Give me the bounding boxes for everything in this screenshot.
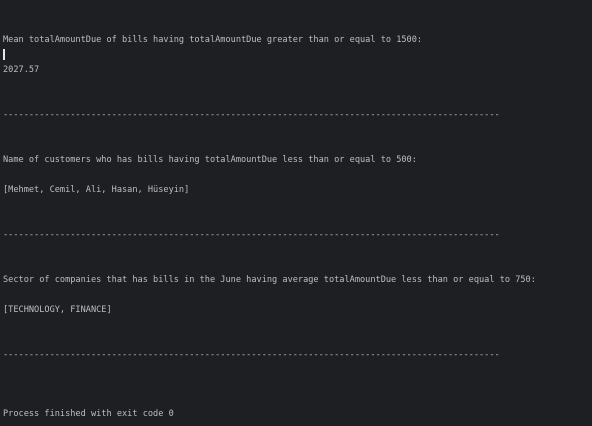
query-2-label: Name of customers who has bills having t… (3, 155, 417, 165)
query-2-result: [Mehmet, Cemil, Ali, Hasan, Hüseyin] (3, 185, 190, 195)
separator-line-2: ----------------------------------------… (3, 230, 500, 240)
query-1-label: Mean totalAmountDue of bills having tota… (3, 35, 423, 45)
run-console-output[interactable]: Mean totalAmountDue of bills having tota… (0, 0, 592, 426)
separator-line-1: ----------------------------------------… (3, 110, 500, 120)
process-exit-message: Process finished with exit code 0 (3, 409, 174, 419)
query-1-result: 2027.57 (3, 65, 40, 75)
query-3-result: [TECHNOLOGY, FINANCE] (3, 305, 112, 315)
query-3-label: Sector of companies that has bills in th… (3, 275, 536, 285)
separator-line-3: ----------------------------------------… (3, 350, 500, 360)
text-caret (3, 49, 5, 60)
